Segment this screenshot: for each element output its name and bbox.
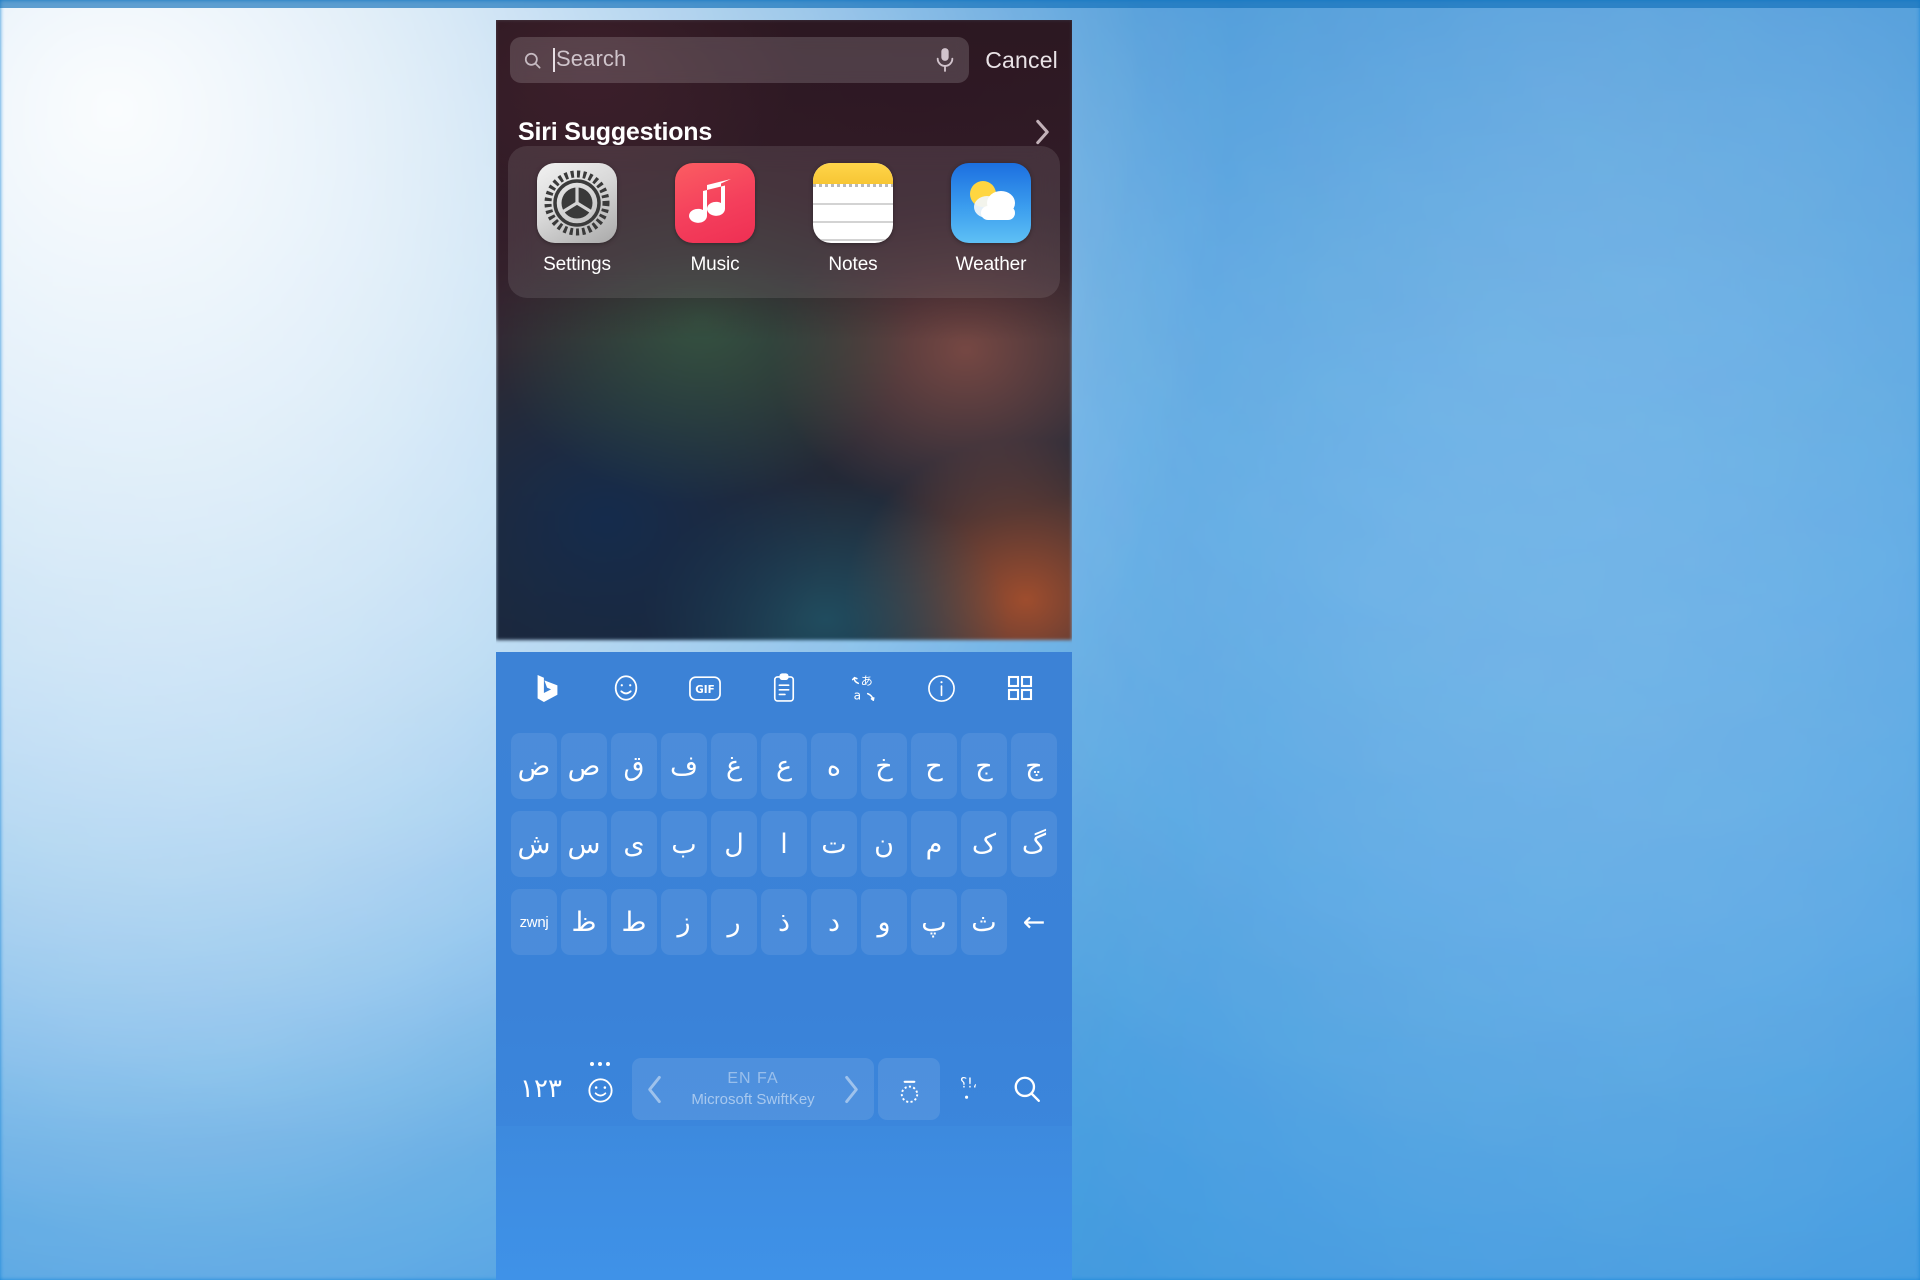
- bing-icon[interactable]: [523, 664, 571, 712]
- app-label: Notes: [828, 254, 878, 275]
- app-label: Settings: [543, 254, 611, 275]
- app-weather[interactable]: Weather: [935, 163, 1047, 276]
- app-label: Music: [690, 254, 740, 275]
- emoji-key[interactable]: [572, 1058, 628, 1120]
- app-settings[interactable]: Settings: [521, 163, 633, 276]
- keyboard-row-3: zwnj ظ ط ز ر ذ د و پ ث ←: [496, 885, 1072, 959]
- key[interactable]: ز: [661, 889, 707, 955]
- key[interactable]: ک: [961, 811, 1007, 877]
- weather-sun-cloud-icon: [951, 163, 1031, 243]
- key[interactable]: س: [561, 811, 607, 877]
- svg-text:a: a: [853, 688, 860, 702]
- diacritic-key[interactable]: [878, 1058, 940, 1120]
- emoji-dots-icon: [590, 1062, 610, 1066]
- key[interactable]: ب: [661, 811, 707, 877]
- key[interactable]: م: [911, 811, 957, 877]
- key[interactable]: ذ: [761, 889, 807, 955]
- punctuation-key[interactable]: ؟!،: [940, 1058, 996, 1120]
- space-key[interactable]: EN FA Microsoft SwiftKey: [632, 1058, 874, 1120]
- key[interactable]: غ: [711, 733, 757, 799]
- search-row: Search Cancel: [496, 31, 1072, 89]
- key[interactable]: ض: [511, 733, 557, 799]
- keyboard-row-1: ض ص ق ف غ ع ه خ ح ج چ: [496, 729, 1072, 803]
- space-language-label: EN FA: [727, 1070, 779, 1087]
- keyboard-toolbar: GIF あ a: [496, 652, 1072, 724]
- keyboard-row-2: ش س ی ب ل ا ت ن م ک گ: [496, 807, 1072, 881]
- search-key[interactable]: [996, 1058, 1058, 1120]
- search-icon: [524, 52, 541, 68]
- clipboard-icon[interactable]: [760, 664, 808, 712]
- svg-text:あ: あ: [860, 674, 872, 688]
- key[interactable]: ش: [511, 811, 557, 877]
- key[interactable]: ن: [861, 811, 907, 877]
- app-music[interactable]: Music: [659, 163, 771, 276]
- chevron-right-icon[interactable]: [843, 1075, 860, 1104]
- phone-screen: Search Cancel Siri Suggestions Settings …: [496, 20, 1072, 1280]
- numbers-key[interactable]: ۱۲۳: [510, 1058, 572, 1120]
- space-brand-label: Microsoft SwiftKey: [691, 1091, 815, 1108]
- key[interactable]: گ: [1011, 811, 1057, 877]
- emoji-icon[interactable]: [602, 664, 650, 712]
- key[interactable]: ج: [961, 733, 1007, 799]
- key[interactable]: ع: [761, 733, 807, 799]
- svg-text:GIF: GIF: [695, 684, 714, 696]
- key[interactable]: ف: [661, 733, 707, 799]
- key[interactable]: ا: [761, 811, 807, 877]
- key[interactable]: ح: [911, 733, 957, 799]
- notes-paper-icon: [813, 163, 893, 243]
- key[interactable]: ل: [711, 811, 757, 877]
- key[interactable]: ط: [611, 889, 657, 955]
- key[interactable]: ر: [711, 889, 757, 955]
- app-label: Weather: [955, 254, 1027, 275]
- microphone-icon[interactable]: [934, 46, 956, 74]
- siri-suggestions-title: Siri Suggestions: [518, 117, 713, 146]
- settings-gear-icon: [537, 163, 617, 243]
- chevron-left-icon[interactable]: [646, 1075, 663, 1104]
- key[interactable]: ه: [811, 733, 857, 799]
- key[interactable]: ظ: [561, 889, 607, 955]
- swiftkey-keyboard: GIF あ a ض ص ق ف غ ع ه خ ح ج چ ش س ی ب ل …: [496, 652, 1072, 1280]
- backspace-key[interactable]: ←: [1011, 889, 1057, 955]
- key[interactable]: و: [861, 889, 907, 955]
- key[interactable]: ق: [611, 733, 657, 799]
- key[interactable]: ت: [811, 811, 857, 877]
- space-key-labels: EN FA Microsoft SwiftKey: [663, 1070, 843, 1108]
- text-cursor: [553, 48, 555, 72]
- key[interactable]: د: [811, 889, 857, 955]
- info-icon[interactable]: [918, 664, 966, 712]
- key[interactable]: چ: [1011, 733, 1057, 799]
- cancel-button[interactable]: Cancel: [985, 47, 1058, 74]
- key[interactable]: خ: [861, 733, 907, 799]
- key[interactable]: ث: [961, 889, 1007, 955]
- key-zwnj[interactable]: zwnj: [511, 889, 557, 955]
- search-input[interactable]: Search: [510, 37, 970, 83]
- wallpaper-top-edge: [0, 0, 1920, 8]
- music-note-icon: [675, 163, 755, 243]
- chevron-right-icon[interactable]: [1035, 119, 1050, 145]
- key[interactable]: ی: [611, 811, 657, 877]
- translate-icon[interactable]: あ a: [839, 664, 887, 712]
- siri-suggestions-card: Settings Music Notes Weather: [508, 146, 1060, 298]
- search-placeholder: Search: [556, 46, 627, 71]
- grid-menu-icon[interactable]: [996, 664, 1044, 712]
- gif-icon[interactable]: GIF: [681, 664, 729, 712]
- key[interactable]: ص: [561, 733, 607, 799]
- keyboard-footer: [496, 1126, 1072, 1280]
- app-notes[interactable]: Notes: [797, 163, 909, 276]
- svg-text:؟!،: ؟!،: [960, 1075, 977, 1091]
- keyboard-bottom-row: ۱۲۳ EN FA Microsoft SwiftKey ؟!،: [496, 1052, 1072, 1126]
- key[interactable]: پ: [911, 889, 957, 955]
